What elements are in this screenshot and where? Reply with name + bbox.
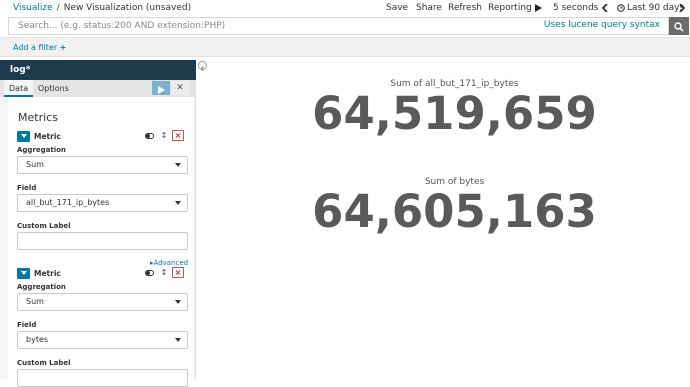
filter-bar: Add a filter +	[0, 37, 690, 57]
custom-label-label: Custom Label	[17, 359, 71, 367]
chevron-left-icon[interactable]	[601, 3, 608, 15]
aggregation-label: Aggregation	[17, 146, 66, 154]
advanced-toggle-link[interactable]: ▸Advanced	[150, 259, 188, 267]
clock-icon	[617, 4, 625, 15]
custom-label-label: Custom Label	[17, 222, 71, 230]
metric-agg-header[interactable]: Metric	[17, 267, 61, 279]
metrics-panel: Metrics Metric ↕ × Aggregation Sum Field…	[8, 97, 194, 387]
toggle-agg-icon[interactable]	[143, 267, 155, 278]
time-range-button[interactable]: Last 90 days	[627, 3, 684, 13]
refresh-button[interactable]: Refresh	[448, 3, 482, 13]
metrics-section-title: Metrics	[18, 111, 58, 124]
chevron-down-icon	[175, 338, 181, 342]
custom-label-input[interactable]	[17, 232, 188, 250]
metric-visualization: Sum of all_but_171_ip_bytes 64,519,659 S…	[207, 57, 690, 379]
custom-label-input[interactable]	[17, 369, 188, 387]
play-icon[interactable]	[535, 4, 542, 15]
discard-changes-button[interactable]: ✕	[171, 81, 189, 95]
field-select[interactable]: all_but_171_ip_bytes	[17, 194, 188, 212]
play-icon	[157, 79, 165, 98]
chevron-left-icon	[200, 56, 205, 75]
aggregation-select[interactable]: Sum	[17, 156, 188, 174]
save-button[interactable]: Save	[386, 3, 408, 13]
collapse-sidebar-button[interactable]	[198, 61, 207, 71]
chevron-down-icon	[175, 163, 181, 167]
metric-agg-title: Metric	[34, 268, 61, 278]
chevron-down-icon[interactable]	[17, 130, 30, 142]
editor-sidebar: log* Data Options ✕ Metrics Metric ↕ × A…	[0, 60, 196, 387]
metric-value: 64,519,659	[312, 87, 597, 140]
chevron-down-icon	[175, 300, 181, 304]
chevron-down-icon	[175, 201, 181, 205]
field-label: Field	[17, 321, 37, 329]
metric-agg-header[interactable]: Metric	[17, 130, 61, 142]
tab-options[interactable]: Options	[33, 80, 74, 97]
field-select-value: all_but_171_ip_bytes	[26, 198, 110, 207]
advanced-link-label: Advanced	[153, 259, 189, 267]
index-pattern-title: log*	[0, 60, 196, 80]
add-filter-label: Add a filter	[13, 43, 58, 52]
breadcrumb-current: New Visualization (unsaved)	[63, 3, 192, 13]
reorder-handle-icon[interactable]: ↕	[158, 130, 170, 141]
search-button[interactable]	[669, 17, 689, 35]
reporting-button[interactable]: Reporting	[488, 3, 532, 13]
search-icon	[674, 17, 684, 36]
remove-agg-button[interactable]: ×	[172, 130, 184, 141]
plus-icon: +	[59, 43, 67, 52]
search-box: Uses lucene query syntax	[8, 17, 669, 35]
chevron-right-icon[interactable]	[679, 3, 686, 15]
field-label: Field	[17, 184, 37, 192]
aggregation-label: Aggregation	[17, 283, 66, 291]
metric-value: 64,605,163	[312, 185, 597, 238]
aggregation-select-value: Sum	[26, 297, 44, 306]
top-nav: Visualize / New Visualization (unsaved) …	[0, 0, 690, 17]
remove-agg-button[interactable]: ×	[172, 267, 184, 278]
chevron-down-icon[interactable]	[17, 267, 30, 279]
breadcrumb-visualize-link[interactable]: Visualize	[13, 3, 53, 13]
add-filter-link[interactable]: Add a filter +	[13, 43, 66, 52]
field-select-value: bytes	[26, 335, 49, 344]
search-input[interactable]	[9, 18, 549, 34]
toggle-agg-icon[interactable]	[143, 130, 155, 141]
share-button[interactable]: Share	[416, 3, 442, 13]
aggregation-select[interactable]: Sum	[17, 293, 188, 311]
apply-changes-button[interactable]	[152, 81, 170, 95]
breadcrumb: Visualize / New Visualization (unsaved)	[13, 3, 191, 13]
field-select[interactable]: bytes	[17, 331, 188, 349]
metric-agg-title: Metric	[34, 131, 61, 141]
breadcrumb-separator: /	[56, 3, 60, 13]
tab-data[interactable]: Data	[4, 80, 34, 97]
query-bar: Uses lucene query syntax	[0, 17, 690, 37]
reorder-handle-icon[interactable]: ↕	[158, 267, 170, 278]
lucene-syntax-link[interactable]: Uses lucene query syntax	[544, 20, 660, 30]
aggregation-select-value: Sum	[26, 160, 44, 169]
refresh-interval-button[interactable]: 5 seconds	[553, 3, 598, 13]
close-icon: ✕	[176, 83, 184, 93]
